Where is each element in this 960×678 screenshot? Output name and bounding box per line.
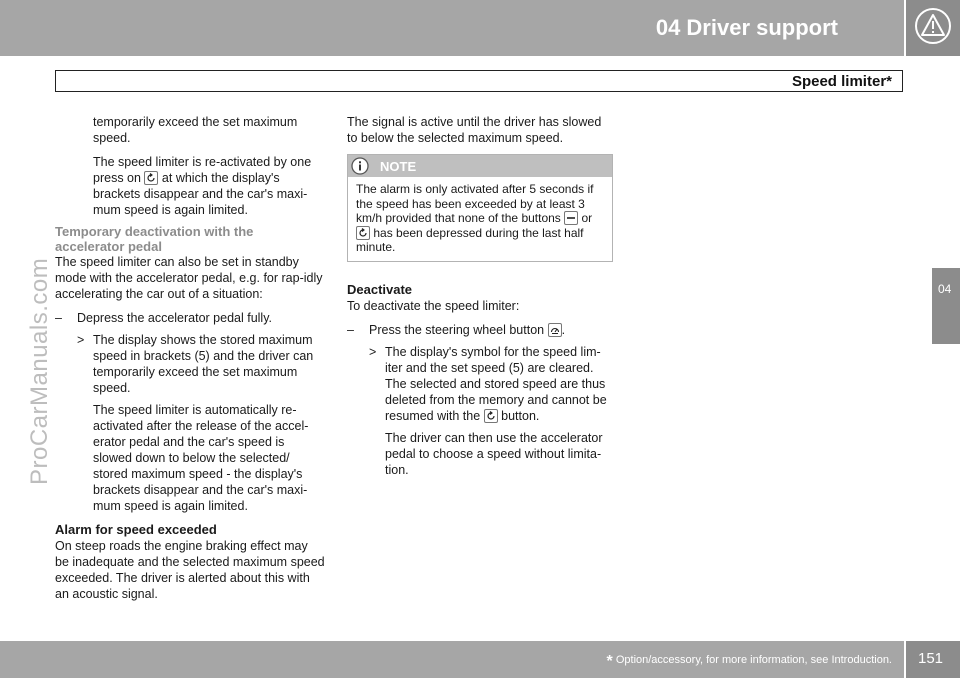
note-header: NOTE bbox=[348, 155, 612, 177]
step-text: Depress the accelerator pedal fully. bbox=[77, 311, 273, 325]
page-number-box: 151 bbox=[906, 641, 960, 678]
resume-button-icon bbox=[144, 171, 159, 185]
step-item: – Press the steering wheel button . bbox=[347, 322, 613, 338]
result-text: The display's symbol for the speed lim-i… bbox=[385, 344, 613, 424]
result-text: The display shows the stored maximum spe… bbox=[93, 333, 314, 395]
warning-triangle-icon bbox=[915, 8, 951, 44]
info-icon bbox=[351, 157, 369, 175]
result-marker: > bbox=[77, 333, 85, 347]
step-text: Press the steering wheel button . bbox=[369, 322, 613, 338]
chapter-side-tab-label: 04 bbox=[938, 282, 952, 296]
step-item: – Depress the accelerator pedal fully. bbox=[55, 310, 325, 326]
page-number: 151 bbox=[918, 650, 944, 667]
footer-note-text: Option/accessory, for more information, … bbox=[615, 654, 892, 666]
result-text-part: button. bbox=[501, 408, 540, 423]
paragraph: The speed limiter can also be set in sta… bbox=[55, 255, 323, 301]
footer-asterisk: * bbox=[606, 653, 613, 670]
paragraph: The driver can then use the accelerator … bbox=[385, 430, 603, 477]
paragraph: The signal is active until the driver ha… bbox=[347, 115, 602, 145]
step-text-part: . bbox=[561, 322, 566, 337]
section-header-box: Speed limiter* bbox=[55, 70, 903, 92]
header-icon-box bbox=[906, 0, 960, 56]
footer-band: * Option/accessory, for more information… bbox=[0, 641, 904, 678]
subheading-alarm: Alarm for speed exceeded bbox=[55, 522, 217, 537]
note-text: or bbox=[581, 211, 593, 225]
section-title: Speed limiter* bbox=[791, 73, 892, 90]
step-text-part: Press the steering wheel button bbox=[369, 322, 545, 337]
subheading-deactivate: Deactivate bbox=[347, 281, 413, 297]
paragraph: The speed limiter is re-activated by one… bbox=[93, 154, 325, 218]
paragraph: The speed limiter is automatically re-ac… bbox=[93, 403, 309, 513]
result-item: > The display shows the stored maximum s… bbox=[77, 332, 325, 396]
minus-button-icon bbox=[564, 211, 579, 225]
paragraph: temporarily exceed the set maximum speed… bbox=[93, 115, 298, 145]
chapter-side-tab: 04 bbox=[932, 268, 960, 344]
dash-marker: – bbox=[347, 322, 354, 337]
paragraph: To deactivate the speed limiter: bbox=[347, 298, 520, 313]
chapter-title: 04 Driver support bbox=[655, 15, 838, 40]
dash-marker: – bbox=[55, 311, 62, 325]
note-body: The alarm is only activated after 5 seco… bbox=[348, 177, 612, 261]
left-column: temporarily exceed the set maximum speed… bbox=[55, 114, 325, 602]
note-text: The alarm is only activated after 5 seco… bbox=[356, 182, 594, 225]
note-label: NOTE bbox=[380, 159, 417, 174]
note-box: NOTE The alarm is only activated after 5… bbox=[347, 154, 613, 262]
watermark: ProCarManuals.com bbox=[26, 257, 53, 485]
result-item: > The display's symbol for the speed lim… bbox=[369, 344, 613, 424]
resume-button-icon bbox=[356, 225, 370, 240]
header-band: 04 Driver support bbox=[0, 0, 904, 56]
note-text: has been depressed during the last half … bbox=[356, 225, 584, 255]
speed-limiter-button-icon bbox=[547, 322, 562, 337]
subheading-temporary-deactivation: Temporary deactivation with the accelera… bbox=[55, 224, 254, 254]
result-marker: > bbox=[369, 344, 377, 359]
paragraph: On steep roads the engine braking effect… bbox=[55, 539, 325, 601]
right-column: The signal is active until the driver ha… bbox=[347, 114, 613, 478]
resume-button-icon bbox=[483, 408, 498, 423]
footer-note: * Option/accessory, for more information… bbox=[607, 653, 892, 671]
